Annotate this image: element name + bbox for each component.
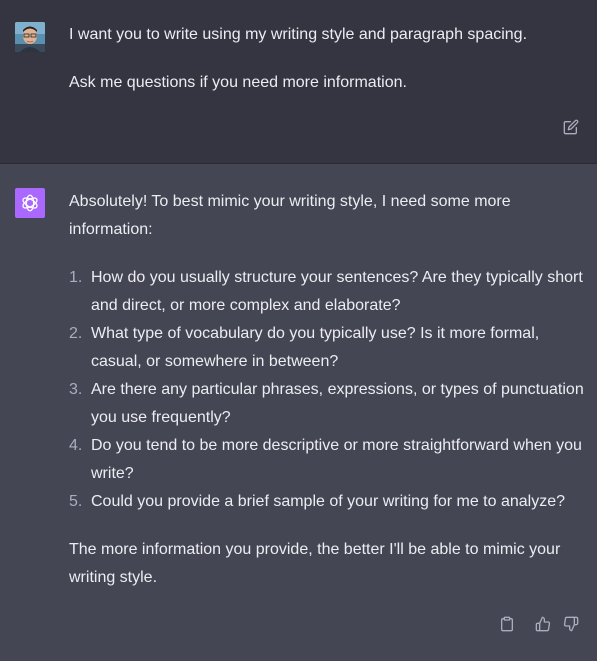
- list-item: 5. Could you provide a brief sample of y…: [69, 488, 584, 516]
- list-item-number: 1.: [69, 269, 83, 286]
- list-item-text: How do you usually structure your senten…: [91, 269, 583, 314]
- copy-button[interactable]: [498, 615, 516, 633]
- list-item-number: 2.: [69, 325, 83, 342]
- list-item-text: Do you tend to be more descriptive or mo…: [91, 437, 582, 482]
- thumbs-up-icon: [535, 616, 551, 632]
- list-item: 2. What type of vocabulary do you typica…: [69, 320, 584, 376]
- question-list: 1. How do you usually structure your sen…: [69, 264, 584, 516]
- edit-icon: [563, 119, 579, 135]
- list-item: 4. Do you tend to be more descriptive or…: [69, 432, 584, 488]
- user-avatar: [15, 22, 45, 52]
- user-message-paragraph: Ask me questions if you need more inform…: [69, 74, 407, 91]
- thumbs-down-button[interactable]: [562, 615, 580, 633]
- list-item: 3. Are there any particular phrases, exp…: [69, 376, 584, 432]
- assistant-message: Absolutely! To best mimic your writing s…: [0, 164, 597, 661]
- user-message: I want you to write using my writing sty…: [0, 0, 597, 164]
- openai-logo-icon: [22, 194, 38, 212]
- list-item-number: 5.: [69, 493, 83, 510]
- list-item-number: 3.: [69, 381, 83, 398]
- list-item-text: Could you provide a brief sample of your…: [91, 493, 566, 510]
- assistant-intro: Absolutely! To best mimic your writing s…: [69, 193, 511, 238]
- user-avatar-photo: [15, 22, 45, 52]
- list-item: 1. How do you usually structure your sen…: [69, 264, 584, 320]
- list-item-text: Are there any particular phrases, expres…: [91, 381, 584, 426]
- thumbs-down-icon: [563, 616, 579, 632]
- user-message-paragraph: I want you to write using my writing sty…: [69, 26, 528, 43]
- list-item-number: 4.: [69, 437, 83, 454]
- list-item-text: What type of vocabulary do you typically…: [91, 325, 540, 370]
- thumbs-up-button[interactable]: [534, 615, 552, 633]
- clipboard-icon: [501, 616, 513, 632]
- assistant-avatar: [15, 188, 45, 218]
- assistant-outro: The more information you provide, the be…: [69, 541, 561, 586]
- edit-button[interactable]: [562, 118, 580, 136]
